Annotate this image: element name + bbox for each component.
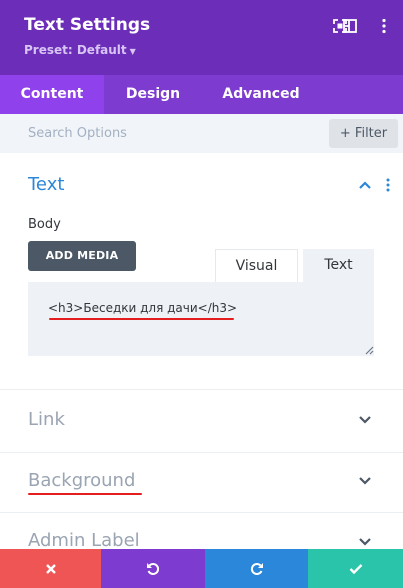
save-button[interactable] [308,549,403,588]
annotation-underline [49,318,234,320]
editor-tab-visual[interactable]: Visual [215,249,298,282]
check-icon [349,563,362,574]
caret-down-icon: ▼ [129,47,136,56]
footer-actions [0,549,403,588]
close-button[interactable] [0,549,101,588]
plus-icon: + [339,126,351,141]
resize-handle-icon[interactable] [364,345,374,355]
filter-button[interactable]: + Filter [329,119,398,148]
redo-button[interactable] [205,549,308,588]
undo-button[interactable] [101,549,205,588]
body-label: Body [28,217,61,232]
section-title-admin-label: Admin Label [28,530,140,549]
section-title-link: Link [28,409,65,430]
section-background[interactable]: Background [0,452,403,512]
undo-icon [147,562,159,575]
tab-design[interactable]: Design [104,75,202,114]
chevron-down-icon[interactable] [358,415,372,425]
section-title-text[interactable]: Text [28,174,64,195]
settings-tabs: Content Design Advanced [0,75,403,114]
chevron-down-icon[interactable] [358,537,372,547]
add-media-button[interactable]: ADD MEDIA [28,241,136,271]
section-link[interactable]: Link [0,389,403,452]
editor-tab-text[interactable]: Text [303,249,374,282]
search-input[interactable]: Search Options [28,126,127,141]
split-view-icon[interactable] [341,17,359,35]
preset-label: Preset: Default [24,43,127,57]
annotation-underline [28,493,142,495]
more-vertical-icon[interactable] [375,17,393,35]
modal-header: Text Settings Preset: Default ▼ [0,0,403,75]
section-menu-icon[interactable] [383,177,393,193]
preset-selector[interactable]: Preset: Default ▼ [24,43,136,57]
redo-icon [250,562,263,575]
chevron-up-icon[interactable] [358,180,372,190]
section-title-background: Background [28,470,136,491]
section-admin-label[interactable]: Admin Label [0,512,403,549]
chevron-down-icon[interactable] [358,476,372,486]
filter-label: Filter [354,126,388,141]
body-content: <h3>Беседки для дачи</h3> [48,301,238,315]
close-icon [45,563,56,574]
modal-title: Text Settings [24,15,151,35]
tab-content[interactable]: Content [0,75,104,114]
tab-advanced[interactable]: Advanced [202,75,320,114]
